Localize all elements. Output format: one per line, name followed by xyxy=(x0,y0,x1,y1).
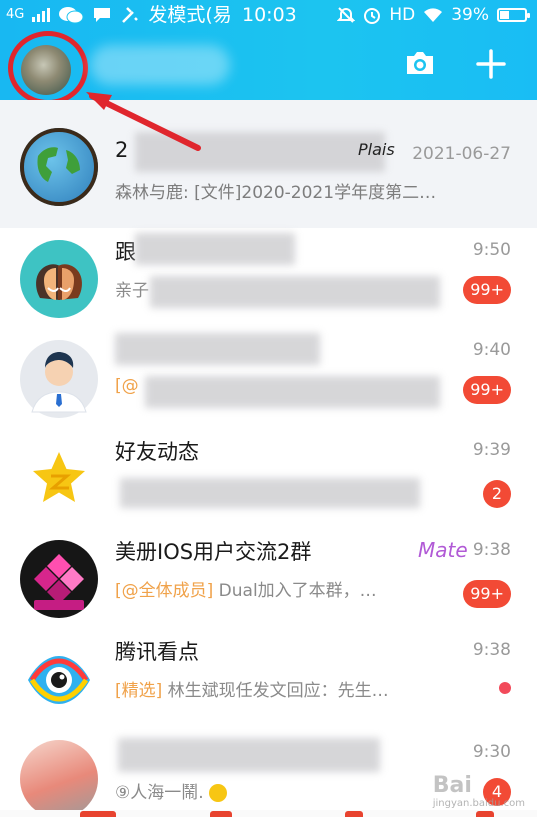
faces-icon xyxy=(36,264,82,300)
blurred-title xyxy=(118,738,380,772)
plus-icon[interactable] xyxy=(475,48,507,80)
battery-fill xyxy=(500,11,509,19)
mention-tag: [@全体成员] xyxy=(115,581,214,601)
blurred-message xyxy=(120,478,420,508)
camera-icon[interactable] xyxy=(404,50,436,76)
conversation-title: 好友动态 xyxy=(115,440,199,464)
globe-icon xyxy=(20,128,98,206)
decoration-text: Plais xyxy=(358,140,395,159)
app-header: 4G 发模式(易 10:03 HD 39% xyxy=(0,0,537,105)
watermark: Bai jingyan.baidu.com xyxy=(433,773,525,809)
status-right: HD 39% xyxy=(337,0,530,30)
globe-avatar xyxy=(20,128,98,206)
tab-indicator xyxy=(476,811,494,817)
conversation-row[interactable]: 9:40 [@ 99+ xyxy=(0,328,537,428)
message-icon xyxy=(94,8,111,22)
wechat-icon xyxy=(59,7,84,24)
conversation-time: 9:40 xyxy=(472,340,511,360)
mode-text: 发模式(易 xyxy=(148,4,232,26)
conversation-time: 9:50 xyxy=(472,240,511,260)
hd-label: HD xyxy=(389,5,416,25)
kandian-avatar xyxy=(20,640,98,718)
conversation-row[interactable]: 跟 9:50 亲子 99+ xyxy=(0,228,537,328)
contact-avatar xyxy=(20,740,98,817)
unread-badge: 99+ xyxy=(463,376,511,404)
conversation-time: 9:39 xyxy=(472,440,511,460)
mute-icon xyxy=(337,7,356,23)
category-tag: [精选] xyxy=(115,681,163,701)
conversation-time: 9:38 xyxy=(472,540,511,560)
conversation-message: [精选] 林生斌现任发文回应：先生… xyxy=(115,676,450,701)
eye-logo-icon xyxy=(28,656,90,704)
couple-avatar xyxy=(20,240,98,318)
conversation-title: 跟 xyxy=(115,240,136,264)
message-text: 林生斌现任发文回应：先生… xyxy=(167,681,389,701)
conversation-row[interactable]: 2 Plais 2021-06-27 森林与鹿: [文件]2020-2021学年… xyxy=(0,100,537,228)
unread-badge: 2 xyxy=(483,480,511,508)
unread-badge: 99+ xyxy=(463,580,511,608)
message-sender: 森林与鹿: xyxy=(115,183,189,203)
conversation-list: 2 Plais 2021-06-27 森林与鹿: [文件]2020-2021学年… xyxy=(0,100,537,817)
conversation-title: 腾讯看点 xyxy=(115,640,199,664)
person-icon xyxy=(31,352,87,413)
signal-icon xyxy=(32,8,51,22)
conversation-time: 2021-06-27 xyxy=(412,144,511,164)
mention-tag: [@ xyxy=(115,376,139,396)
watermark-brand: Bai xyxy=(432,773,472,798)
conversation-row[interactable]: 好友动态 9:39 2 xyxy=(0,428,537,528)
star-icon xyxy=(33,452,85,502)
smile-icon xyxy=(209,784,228,802)
watermark-url: jingyan.baidu.com xyxy=(432,798,525,809)
blurred-title xyxy=(115,333,320,365)
blurred-message xyxy=(150,276,440,308)
conversation-title: 2 xyxy=(115,138,129,162)
highlight-circle xyxy=(8,31,88,105)
tools-icon xyxy=(122,7,139,23)
battery-icon xyxy=(497,8,530,22)
conversation-message: 森林与鹿: [文件]2020-2021学年度第二… xyxy=(115,178,505,203)
wifi-icon xyxy=(424,8,443,22)
status-bar: 4G 发模式(易 10:03 HD 39% xyxy=(0,0,537,30)
tab-indicator xyxy=(345,811,363,817)
group-avatar xyxy=(20,540,98,618)
message-text: ⑨人海一鬧. xyxy=(115,783,204,803)
person-avatar xyxy=(20,340,98,418)
conversation-title: 美册IOS用户交流2群 xyxy=(115,540,312,564)
blurred-nickname xyxy=(90,45,230,85)
conversation-row[interactable]: 美册IOS用户交流2群 Mate 9:38 [@全体成员] Dual加入了本群，… xyxy=(0,528,537,628)
blurred-title xyxy=(135,132,385,172)
conversation-message: [@全体成员] Dual加入了本群，… xyxy=(115,576,450,601)
network-label: 4G xyxy=(6,7,25,22)
conversation-time: 9:38 xyxy=(472,640,511,660)
blurred-title xyxy=(135,233,295,265)
clock: 10:03 xyxy=(242,4,297,26)
blurred-message xyxy=(145,376,440,408)
message-text: [文件]2020-2021学年度第二… xyxy=(194,183,437,203)
decoration-mate: Mate xyxy=(418,538,468,562)
unread-dot xyxy=(499,682,511,694)
friends-feed-avatar xyxy=(20,440,98,518)
conversation-row[interactable]: 腾讯看点 9:38 [精选] 林生斌现任发文回应：先生… xyxy=(0,628,537,728)
battery-percent: 39% xyxy=(451,5,489,25)
message-text: Dual加入了本群，… xyxy=(218,581,377,601)
alarm-icon xyxy=(364,8,381,24)
meice-logo-icon xyxy=(34,554,84,610)
status-left: 4G 发模式(易 xyxy=(6,0,232,30)
conversation-message: ⑨人海一鬧. xyxy=(115,778,450,803)
tab-indicator xyxy=(80,811,116,817)
tab-indicator xyxy=(210,811,232,817)
unread-badge: 99+ xyxy=(463,276,511,304)
conversation-time: 9:30 xyxy=(472,742,511,762)
